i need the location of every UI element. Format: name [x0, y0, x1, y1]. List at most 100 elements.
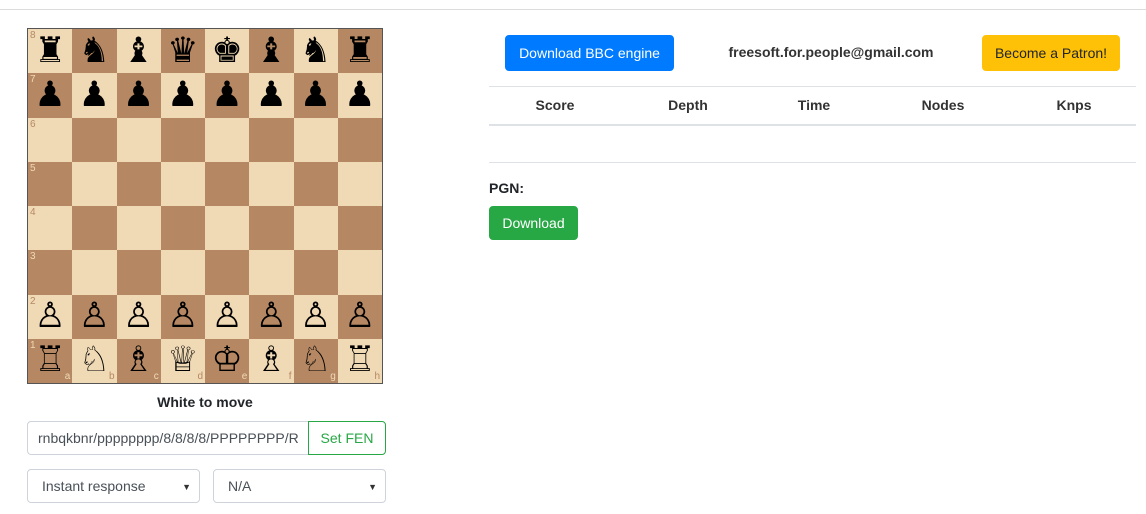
square-f8[interactable]: ♝ — [249, 29, 294, 74]
square-c1[interactable]: c ♗ — [116, 338, 161, 383]
square-c2[interactable]: ♙ — [116, 294, 161, 339]
square-c5[interactable] — [116, 161, 161, 206]
black-bishop-icon[interactable]: ♝ — [123, 33, 154, 69]
square-d5[interactable] — [160, 161, 205, 206]
square-g2[interactable]: ♙ — [293, 294, 338, 339]
square-c4[interactable] — [116, 206, 161, 251]
square-g1[interactable]: g ♘ — [293, 338, 338, 383]
white-pawn-icon[interactable]: ♙ — [123, 299, 154, 334]
square-a3[interactable]: 3 — [28, 250, 73, 295]
white-bishop-icon[interactable]: ♗ — [256, 343, 287, 378]
white-pawn-icon[interactable]: ♙ — [79, 299, 110, 334]
black-king-icon[interactable]: ♚ — [211, 33, 242, 69]
square-b5[interactable] — [72, 161, 117, 206]
square-e6[interactable] — [205, 117, 250, 162]
square-g3[interactable] — [293, 250, 338, 295]
square-b1[interactable]: b ♘ — [72, 338, 117, 383]
black-pawn-icon[interactable]: ♟ — [256, 77, 287, 113]
white-rook-icon[interactable]: ♖ — [34, 343, 65, 378]
square-g6[interactable] — [293, 117, 338, 162]
square-g5[interactable] — [293, 161, 338, 206]
white-pawn-icon[interactable]: ♙ — [211, 299, 242, 334]
square-g7[interactable]: ♟ — [293, 73, 338, 118]
white-knight-icon[interactable]: ♘ — [79, 343, 110, 378]
square-c8[interactable]: ♝ — [116, 29, 161, 74]
square-e8[interactable]: ♚ — [205, 29, 250, 74]
white-pawn-icon[interactable]: ♙ — [34, 299, 65, 334]
square-c3[interactable] — [116, 250, 161, 295]
square-a4[interactable]: 4 — [28, 206, 73, 251]
square-d2[interactable]: ♙ — [160, 294, 205, 339]
square-d6[interactable] — [160, 117, 205, 162]
square-f4[interactable] — [249, 206, 294, 251]
white-king-icon[interactable]: ♔ — [211, 343, 242, 378]
square-h4[interactable] — [337, 206, 382, 251]
white-queen-icon[interactable]: ♕ — [167, 343, 198, 378]
square-e4[interactable] — [205, 206, 250, 251]
square-a7[interactable]: 7 ♟ — [28, 73, 73, 118]
black-knight-icon[interactable]: ♞ — [79, 33, 110, 69]
chess-board[interactable]: 8 ♜ ♞ ♝ ♛ ♚ ♝ ♞ ♜ 7 ♟ ♟ ♟ ♟ ♟ ♟ ♟ ♟ 6 5 4 3 2 ♙ ♙ ♙ ♙ ♙ ♙ ♙ ♙ 1 a ♖ b ♘ c ♗ d ♕… — [27, 28, 383, 384]
square-e7[interactable]: ♟ — [205, 73, 250, 118]
square-b3[interactable] — [72, 250, 117, 295]
black-pawn-icon[interactable]: ♟ — [167, 77, 198, 113]
black-pawn-icon[interactable]: ♟ — [211, 77, 242, 113]
square-b7[interactable]: ♟ — [72, 73, 117, 118]
square-f1[interactable]: f ♗ — [249, 338, 294, 383]
square-f3[interactable] — [249, 250, 294, 295]
square-c6[interactable] — [116, 117, 161, 162]
square-g4[interactable] — [293, 206, 338, 251]
square-b2[interactable]: ♙ — [72, 294, 117, 339]
square-d1[interactable]: d ♕ — [160, 338, 205, 383]
black-queen-icon[interactable]: ♛ — [167, 33, 198, 69]
become-patron-button[interactable]: Become a Patron! — [982, 35, 1120, 71]
black-rook-icon[interactable]: ♜ — [344, 33, 375, 69]
square-b4[interactable] — [72, 206, 117, 251]
white-pawn-icon[interactable]: ♙ — [256, 299, 287, 334]
square-a8[interactable]: 8 ♜ — [28, 29, 73, 74]
square-f5[interactable] — [249, 161, 294, 206]
download-pgn-button[interactable]: Download — [489, 206, 578, 240]
white-pawn-icon[interactable]: ♙ — [167, 299, 198, 334]
black-pawn-icon[interactable]: ♟ — [34, 77, 65, 113]
square-h2[interactable]: ♙ — [337, 294, 382, 339]
black-pawn-icon[interactable]: ♟ — [300, 77, 331, 113]
white-knight-icon[interactable]: ♘ — [300, 343, 331, 378]
square-e3[interactable] — [205, 250, 250, 295]
square-h5[interactable] — [337, 161, 382, 206]
black-pawn-icon[interactable]: ♟ — [123, 77, 154, 113]
square-b6[interactable] — [72, 117, 117, 162]
move-time-select[interactable]: Instant response ▼ — [27, 469, 200, 503]
white-bishop-icon[interactable]: ♗ — [123, 343, 154, 378]
square-d4[interactable] — [160, 206, 205, 251]
download-engine-button[interactable]: Download BBC engine — [505, 35, 674, 71]
square-c7[interactable]: ♟ — [116, 73, 161, 118]
square-h6[interactable] — [337, 117, 382, 162]
square-e5[interactable] — [205, 161, 250, 206]
search-depth-select[interactable]: N/A ▼ — [213, 469, 386, 503]
white-pawn-icon[interactable]: ♙ — [344, 299, 375, 334]
square-g8[interactable]: ♞ — [293, 29, 338, 74]
square-e1[interactable]: e ♔ — [205, 338, 250, 383]
black-pawn-icon[interactable]: ♟ — [344, 77, 375, 113]
black-knight-icon[interactable]: ♞ — [300, 33, 331, 69]
square-f6[interactable] — [249, 117, 294, 162]
black-bishop-icon[interactable]: ♝ — [256, 33, 287, 69]
square-f7[interactable]: ♟ — [249, 73, 294, 118]
square-a1[interactable]: 1 a ♖ — [28, 338, 73, 383]
white-pawn-icon[interactable]: ♙ — [300, 299, 331, 334]
white-rook-icon[interactable]: ♖ — [344, 343, 375, 378]
square-a6[interactable]: 6 — [28, 117, 73, 162]
square-h1[interactable]: h ♖ — [337, 338, 382, 383]
square-f2[interactable]: ♙ — [249, 294, 294, 339]
square-a5[interactable]: 5 — [28, 161, 73, 206]
square-b8[interactable]: ♞ — [72, 29, 117, 74]
square-h8[interactable]: ♜ — [337, 29, 382, 74]
black-rook-icon[interactable]: ♜ — [34, 33, 65, 69]
black-pawn-icon[interactable]: ♟ — [79, 77, 110, 113]
square-h7[interactable]: ♟ — [337, 73, 382, 118]
square-h3[interactable] — [337, 250, 382, 295]
square-a2[interactable]: 2 ♙ — [28, 294, 73, 339]
fen-input[interactable] — [27, 421, 308, 455]
square-d7[interactable]: ♟ — [160, 73, 205, 118]
